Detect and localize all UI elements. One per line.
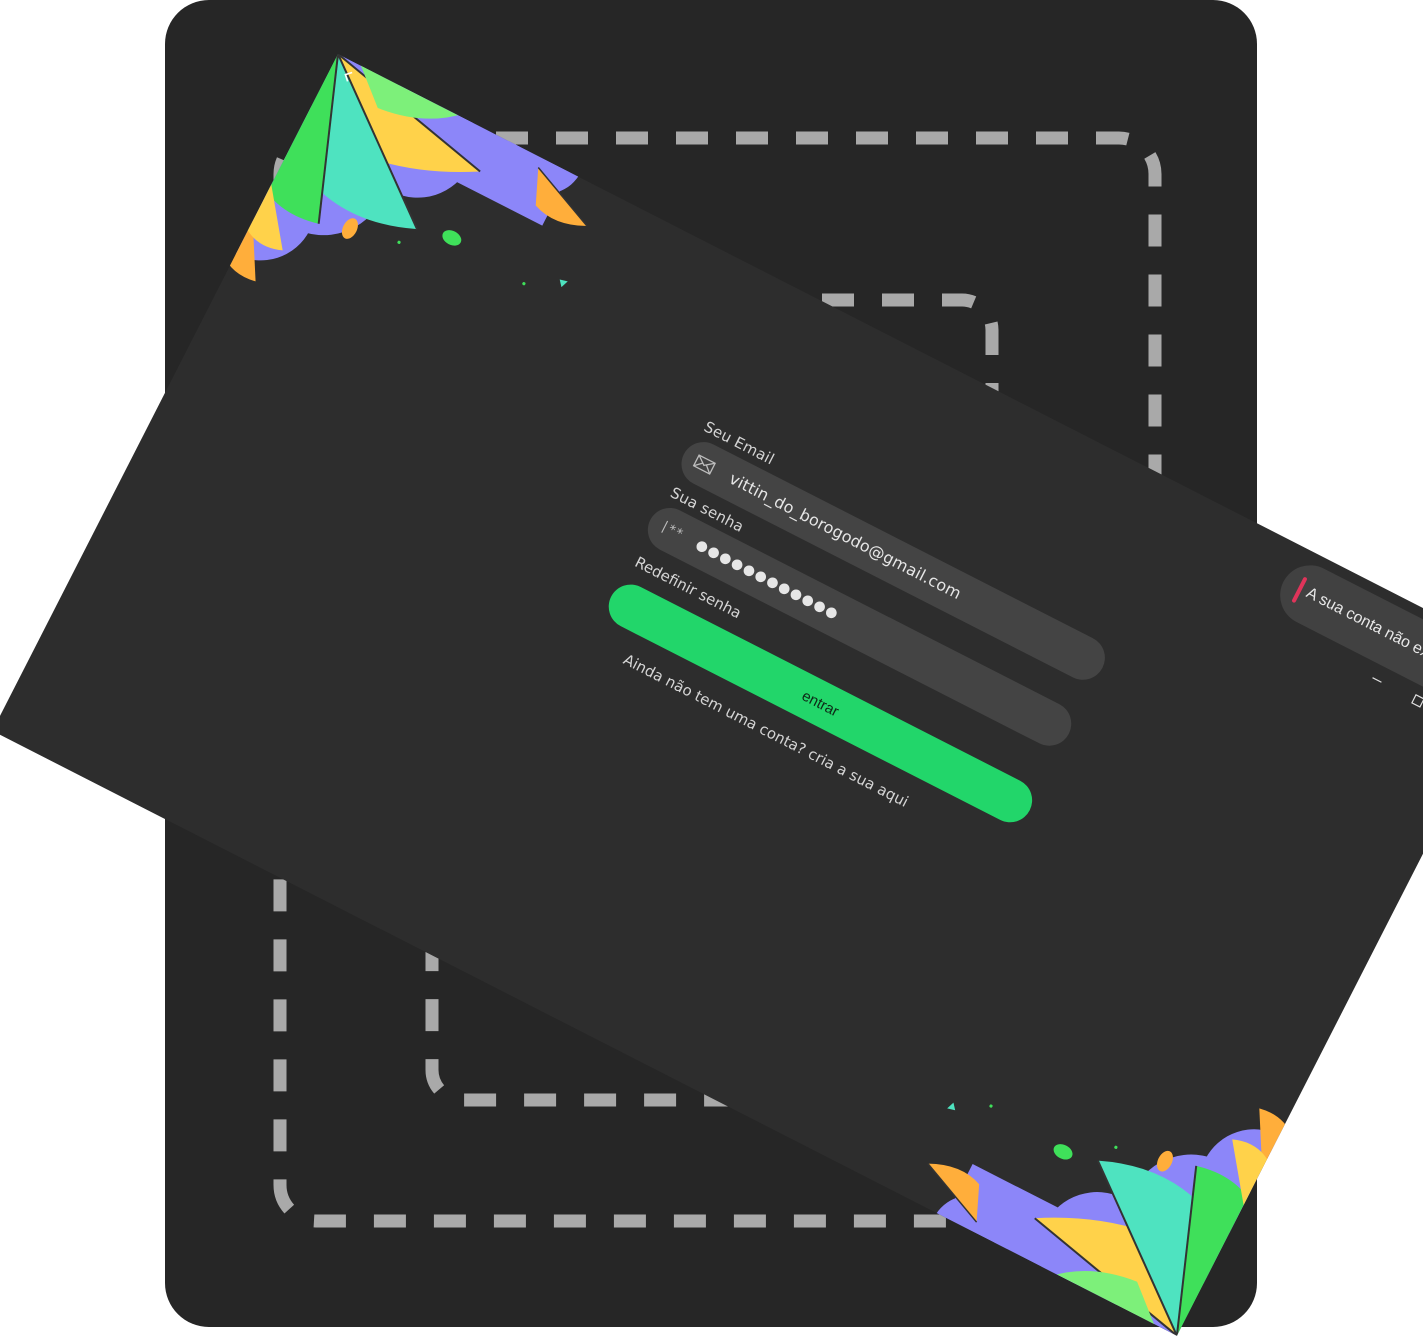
- password-mask-icon: |**: [657, 518, 686, 543]
- minimize-icon: [1372, 677, 1382, 683]
- envelope-icon: [692, 454, 717, 475]
- login-button-label: entrar: [799, 686, 842, 720]
- chevron-left-icon: [344, 71, 353, 82]
- maximize-icon: [1411, 694, 1423, 708]
